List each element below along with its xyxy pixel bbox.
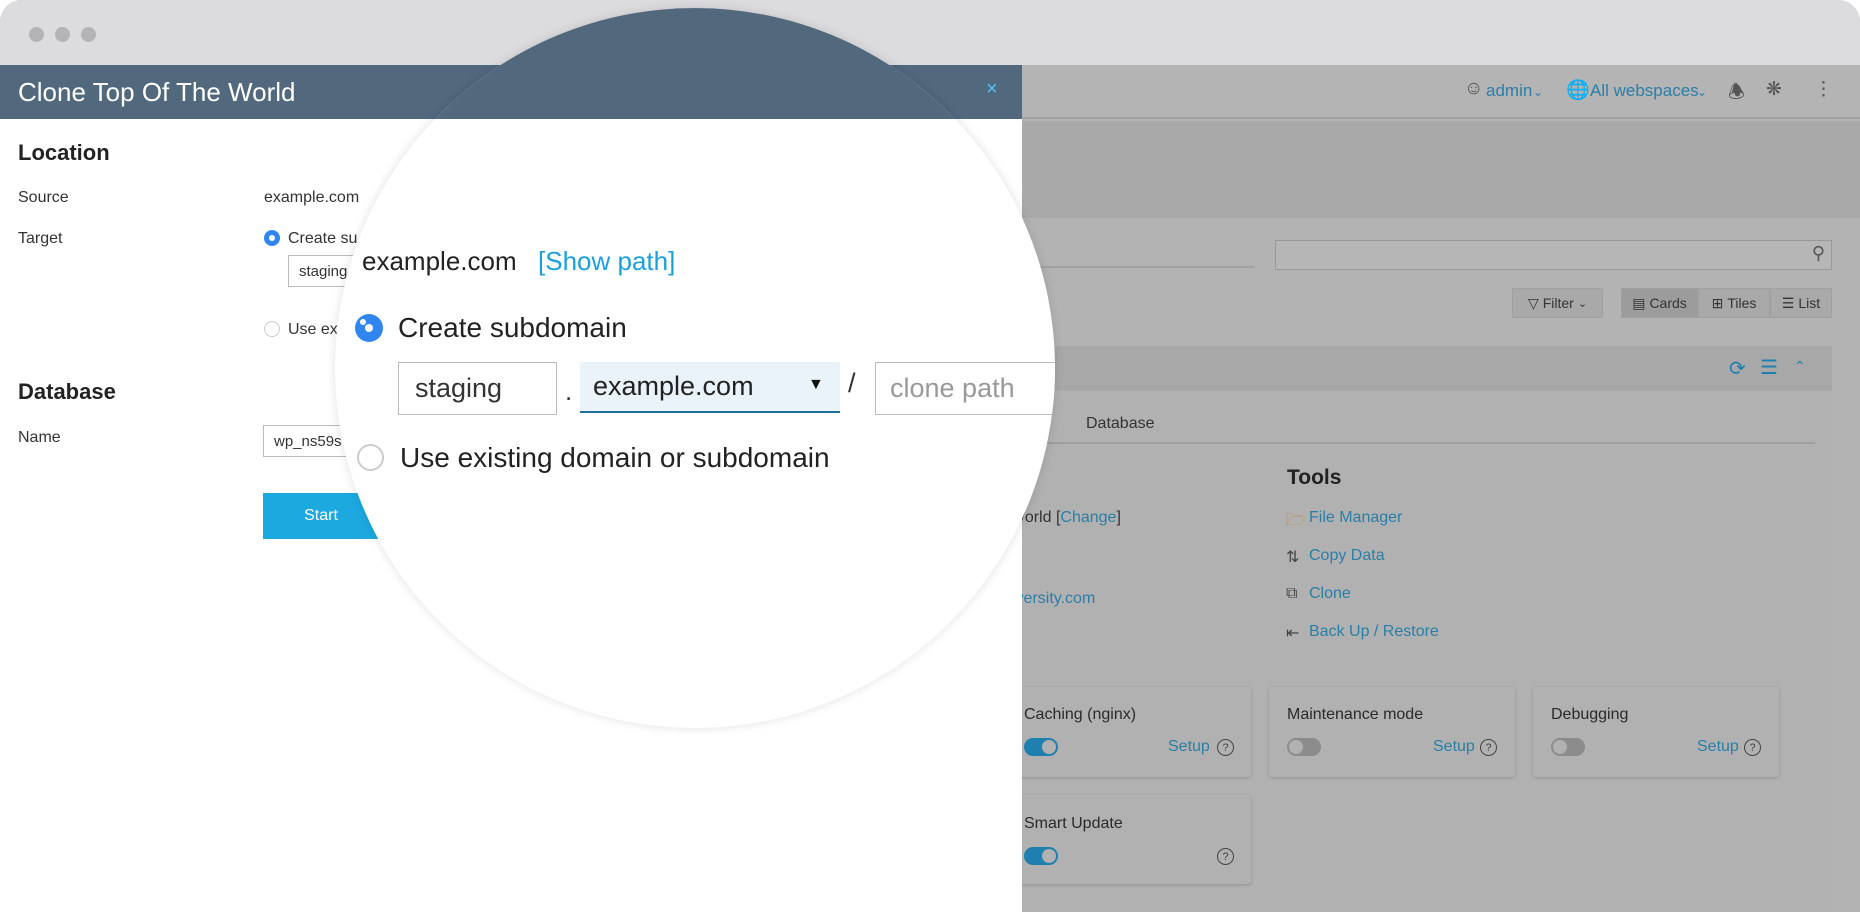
location-heading: Location — [18, 140, 110, 165]
fox-icon[interactable]: ❋ — [1766, 78, 1782, 101]
collapse-icon[interactable]: ⌃ — [1794, 358, 1806, 375]
bracket: ] — [1116, 509, 1121, 526]
mag-use-existing-label: Use existing domain or subdomain — [400, 442, 830, 473]
domain-select[interactable]: example.com ▼ — [580, 362, 840, 413]
help-icon[interactable]: ? — [1744, 739, 1761, 756]
user-icon: ☺ — [1464, 78, 1484, 99]
refresh-icon[interactable]: ⟳ — [1729, 356, 1746, 381]
smart-update-toggle[interactable] — [1024, 847, 1058, 865]
dot-separator: . — [565, 376, 573, 406]
tab-underline — [1022, 442, 1815, 444]
domain-link[interactable]: iversity.com — [1012, 590, 1095, 608]
domain-select-value: example.com — [593, 371, 754, 401]
backup-restore-link[interactable]: Back Up / Restore — [1309, 623, 1439, 641]
view-list-button[interactable]: ☰ List — [1770, 288, 1832, 318]
search-icon: ⚲ — [1811, 243, 1825, 263]
setup-link[interactable]: Setup — [1433, 738, 1475, 756]
setup-link[interactable]: Setup — [1697, 738, 1739, 756]
view-label: List — [1798, 295, 1821, 311]
caret-down-icon: ▼ — [808, 376, 824, 393]
card-caching: Caching (nginx) Setup ? — [990, 687, 1251, 777]
card-title: Caching (nginx) — [1024, 706, 1137, 723]
clone-link[interactable]: Clone — [1309, 585, 1351, 603]
dialog-title: Clone Top Of The World — [18, 77, 296, 107]
window-dot-close[interactable] — [29, 27, 44, 42]
clone-path-input[interactable]: clone path — [875, 362, 1055, 415]
use-existing-radio[interactable] — [264, 321, 280, 337]
caching-toggle[interactable] — [1024, 738, 1058, 756]
target-label: Target — [18, 230, 63, 247]
site-name-text: World [Change] — [1010, 509, 1121, 527]
window-dot-maximize[interactable] — [81, 27, 96, 42]
slash-separator: / — [848, 368, 856, 398]
mag-subdomain-input[interactable]: staging — [398, 362, 557, 415]
card-debugging: Debugging Setup ? — [1533, 687, 1779, 777]
magnified-header — [335, 8, 1055, 119]
search-underline — [1022, 266, 1254, 268]
db-name-label: Name — [18, 429, 61, 446]
clone-icon: ⧉ — [1286, 585, 1298, 602]
source-value: example.com — [264, 189, 360, 206]
globe-icon: 🌐 — [1566, 80, 1590, 101]
source-label: Source — [18, 189, 69, 206]
view-label: Tiles — [1727, 295, 1757, 311]
mag-source-value: example.com — [362, 246, 517, 276]
view-label: Cards — [1649, 295, 1687, 311]
chevron-down-icon: ⌄ — [1697, 85, 1708, 99]
debugging-toggle[interactable] — [1551, 738, 1585, 756]
bell-icon[interactable]: 🕭 — [1728, 78, 1745, 110]
filter-button[interactable]: ▽ Filter ⌄ — [1512, 288, 1603, 318]
copy-data-link[interactable]: Copy Data — [1309, 547, 1385, 565]
mag-create-subdomain-label: Create subdomain — [398, 312, 627, 343]
search-input[interactable]: ⚲ — [1275, 240, 1832, 270]
list-icon: ☰ — [1781, 294, 1795, 311]
mag-create-subdomain-radio[interactable] — [355, 314, 383, 342]
change-link[interactable]: Change — [1060, 509, 1116, 526]
folder-icon: 🗁 — [1286, 512, 1306, 529]
filter-icon: ▽ — [1527, 294, 1539, 311]
card-title: Maintenance mode — [1287, 706, 1424, 723]
show-path-link[interactable]: [Show path] — [538, 246, 675, 277]
setup-link[interactable]: Setup — [1168, 738, 1210, 756]
site-panel-header — [1022, 346, 1832, 391]
mag-use-existing-radio[interactable] — [357, 444, 384, 471]
card-title: Debugging — [1551, 706, 1629, 723]
webspaces-menu[interactable]: All webspaces — [1590, 81, 1699, 101]
view-tiles-button[interactable]: ⊞ Tiles — [1698, 288, 1770, 318]
help-icon[interactable]: ? — [1480, 739, 1497, 756]
page-banner — [1022, 121, 1860, 218]
kebab-menu-icon[interactable]: ⋮ — [1814, 78, 1833, 101]
create-subdomain-radio[interactable] — [264, 230, 280, 246]
tab-database[interactable]: Database — [1086, 415, 1155, 433]
chevron-down-icon: ⌄ — [1533, 85, 1544, 99]
database-heading: Database — [18, 379, 116, 404]
card-title: Smart Update — [1024, 815, 1123, 832]
backup-icon: ⇤ — [1286, 625, 1300, 642]
user-menu[interactable]: admin — [1486, 81, 1532, 101]
card-maintenance: Maintenance mode Setup ? — [1269, 687, 1515, 777]
cards-icon: ▤ — [1632, 294, 1646, 311]
maintenance-toggle[interactable] — [1287, 738, 1321, 756]
tiles-icon: ⊞ — [1711, 294, 1724, 311]
menu-icon[interactable]: ☰ — [1760, 355, 1778, 380]
tools-heading: Tools — [1287, 466, 1342, 489]
help-icon[interactable]: ? — [1217, 739, 1234, 756]
copy-data-icon: ⇅ — [1286, 549, 1300, 566]
window-dot-minimize[interactable] — [55, 27, 70, 42]
view-cards-button[interactable]: ▤ Cards — [1621, 288, 1698, 318]
file-manager-link[interactable]: File Manager — [1309, 509, 1402, 527]
help-icon[interactable]: ? — [1217, 848, 1234, 865]
use-existing-label: Use ex — [288, 321, 338, 338]
filter-label: Filter — [1542, 295, 1574, 311]
chevron-down-icon: ⌄ — [1577, 297, 1588, 310]
create-subdomain-label: Create su — [288, 230, 358, 247]
browser-window: ☺ admin ⌄ 🌐 All webspaces ⌄ 🕭 ❋ ⋮ ⚲ ▽ Fil… — [0, 0, 1860, 912]
card-smart-update: Smart Update ? — [990, 795, 1251, 884]
magnifier-lens: example.com [Show path] Create subdomain… — [335, 8, 1055, 728]
